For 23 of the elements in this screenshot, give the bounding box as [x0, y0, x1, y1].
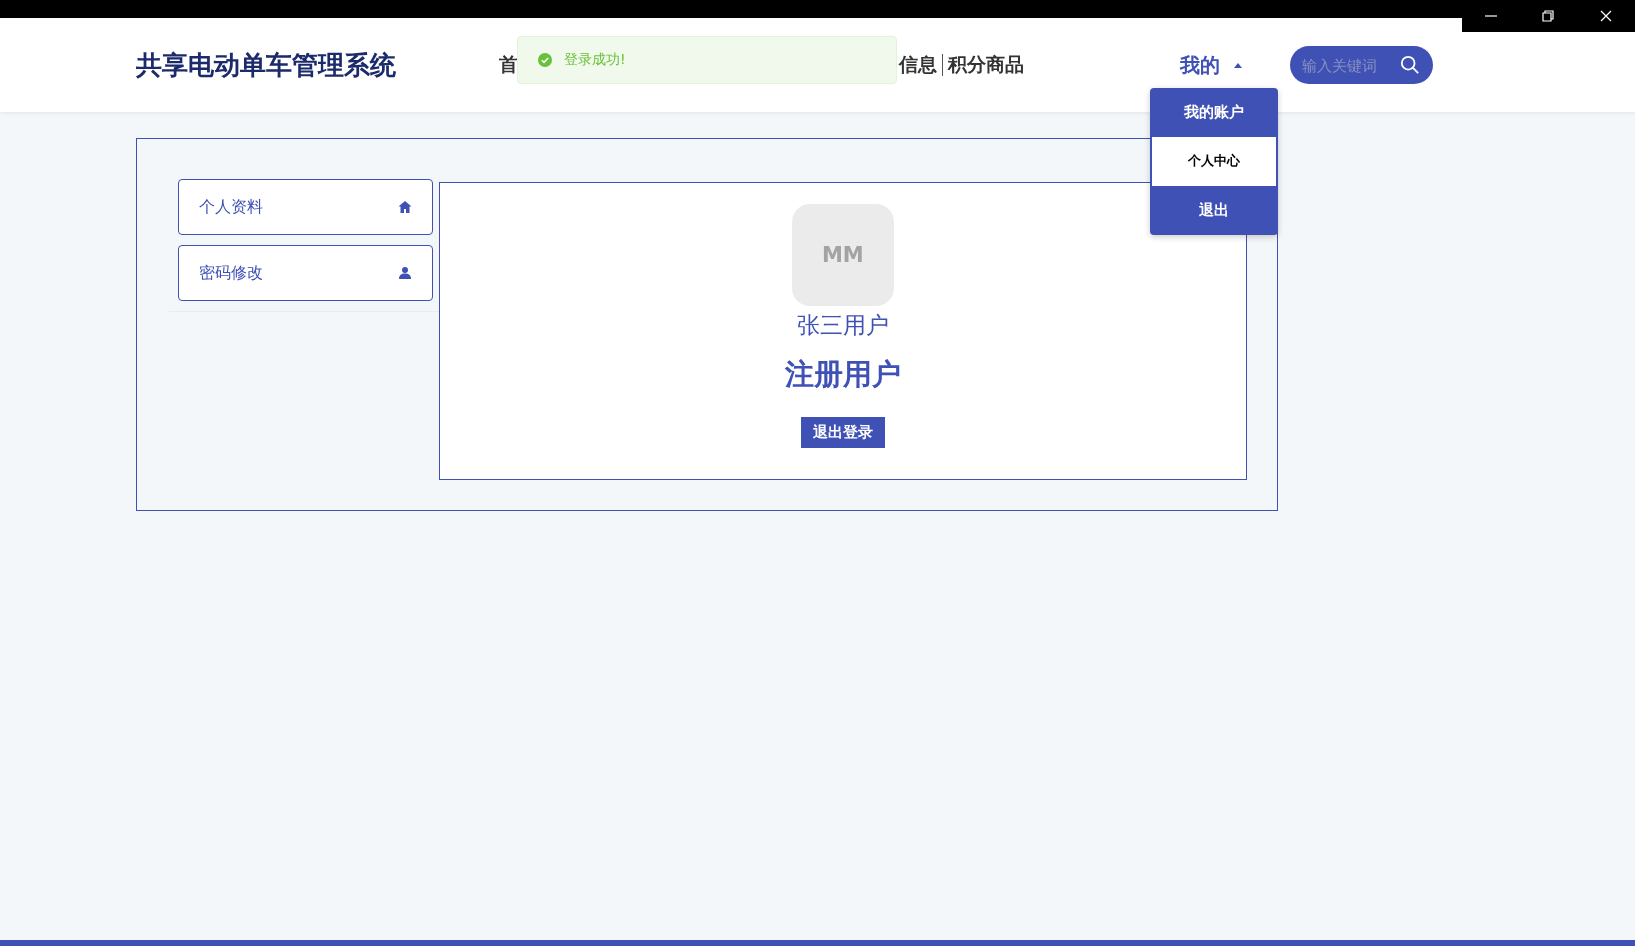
- dropdown-item[interactable]: 退出: [1152, 185, 1276, 235]
- avatar: MM: [791, 204, 894, 306]
- dropdown-item[interactable]: 个人中心: [1152, 136, 1276, 186]
- search-bar[interactable]: 输入关键词: [1290, 46, 1433, 84]
- account-menu-button[interactable]: 我的: [1180, 47, 1242, 83]
- user-name: 张三用户: [796, 311, 889, 340]
- user-role: 注册用户: [784, 356, 901, 393]
- sidebar-item[interactable]: 个人资料: [178, 179, 433, 235]
- home-icon: [397, 200, 412, 214]
- close-icon[interactable]: [1599, 9, 1614, 23]
- user-icon: [397, 266, 412, 280]
- check-circle-icon: [538, 53, 552, 67]
- toast-text: 登录成功!: [564, 51, 626, 69]
- logout-button[interactable]: 退出登录: [800, 417, 885, 448]
- restore-icon[interactable]: [1541, 9, 1556, 23]
- caret-icon: [1234, 62, 1242, 68]
- nav-link[interactable]: 信息: [894, 52, 942, 78]
- site-logo[interactable]: 共享电动单车管理系统: [136, 47, 494, 83]
- dropdown-item[interactable]: 我的账户: [1152, 87, 1276, 137]
- search-icon[interactable]: [1400, 55, 1420, 75]
- sidebar-item[interactable]: 密码修改: [178, 245, 433, 301]
- nav-link[interactable]: 积分商品: [943, 52, 1029, 78]
- search-field[interactable]: 输入关键词: [1302, 56, 1394, 74]
